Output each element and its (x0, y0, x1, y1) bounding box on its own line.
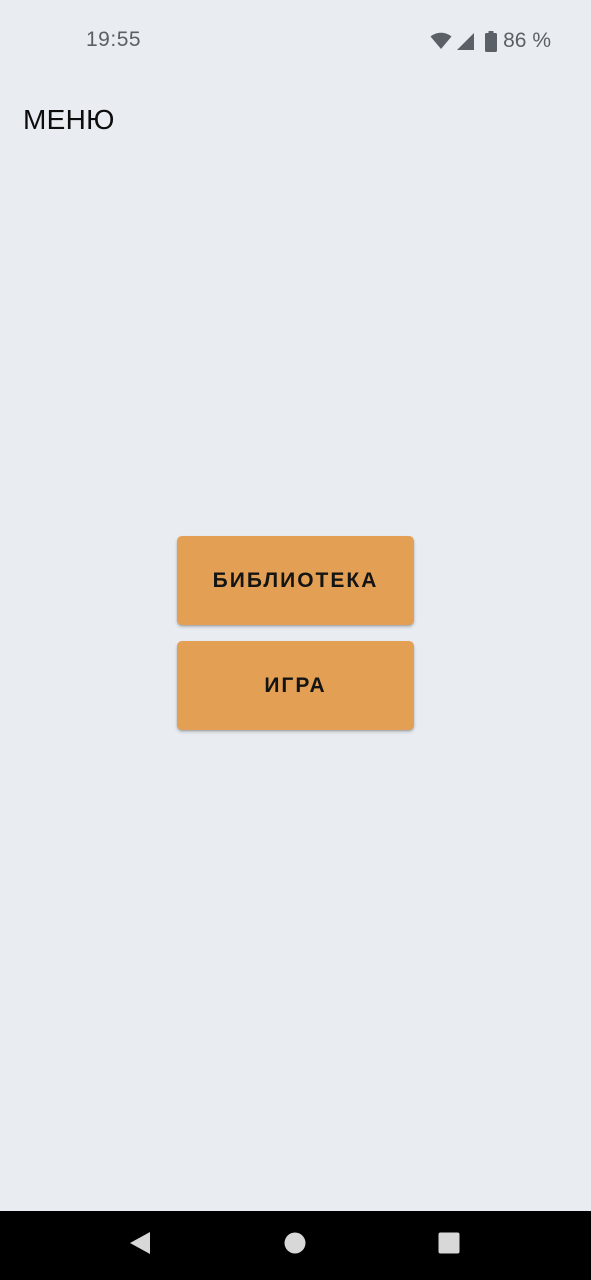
recents-button[interactable] (414, 1211, 484, 1280)
menu-buttons: БИБЛИОТЕКА ИГРА (177, 536, 414, 730)
battery-icon (485, 30, 498, 52)
status-bar: 19:55 86 % (0, 0, 591, 80)
status-time: 19:55 (86, 28, 142, 51)
wifi-icon (430, 32, 452, 50)
game-button[interactable]: ИГРА (177, 641, 414, 730)
recents-icon (438, 1232, 460, 1259)
battery-percentage: 86 % (503, 29, 551, 52)
home-button[interactable] (260, 1211, 330, 1280)
status-icons: 86 % (430, 28, 551, 54)
navigation-bar (0, 1211, 591, 1280)
home-icon (284, 1232, 306, 1259)
back-button[interactable] (105, 1211, 175, 1280)
back-icon (129, 1231, 151, 1260)
library-button[interactable]: БИБЛИОТЕКА (177, 536, 414, 625)
page-title: МЕНЮ (23, 104, 115, 135)
cell-signal-icon (456, 32, 475, 51)
